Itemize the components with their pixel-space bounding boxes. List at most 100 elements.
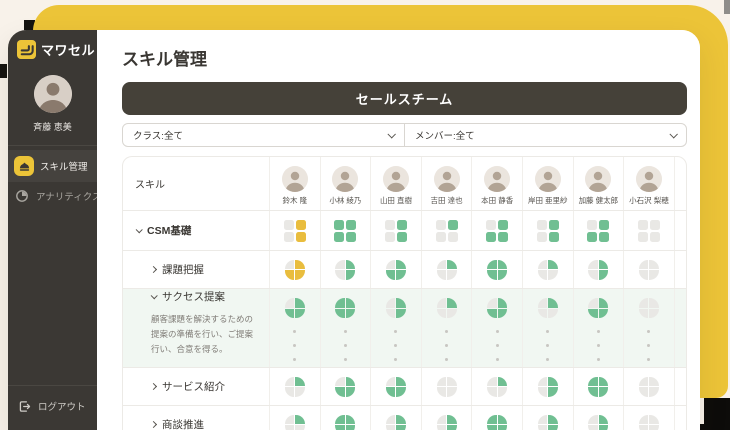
skill-description: 顧客課題を解決するための提案の準備を行い、ご提案行い、合意を得る。 [151, 314, 254, 354]
skill-score-cell [623, 406, 674, 430]
skill-level-pie [335, 414, 356, 430]
skill-score-cell [623, 289, 674, 367]
skill-level-tiles [283, 219, 306, 242]
member-name: 鈴木 隆 [282, 196, 308, 205]
skill-score-cell [319, 251, 371, 288]
table-spacer-column [673, 251, 686, 288]
skill-label: 商談推進 [162, 419, 204, 430]
skill-score-cell [370, 368, 421, 405]
sidebar-item-analytics[interactable]: アナリティクス [8, 182, 101, 210]
skill-score-cell [521, 368, 573, 405]
skill-expander[interactable]: 商談推進 [123, 417, 269, 430]
skill-level-pie [487, 376, 508, 397]
decorative-black-notch [0, 64, 7, 78]
member-column-header[interactable]: 鈴木 隆 [269, 157, 320, 210]
skill-score-cell [572, 251, 624, 288]
skill-expander[interactable]: CSM基礎 [123, 223, 269, 238]
skill-level-pie [537, 259, 558, 280]
main-content: スキル管理 セールスチーム クラス:全て メンバー:全て スキル鈴木 隆 小林 綾… [97, 30, 700, 430]
chevron-down-icon [669, 130, 678, 139]
skill-cell: サービス紹介 [123, 368, 269, 405]
member-avatar [332, 166, 359, 192]
sidebar-menu: スキル管理 アナリティクス [8, 150, 101, 210]
app-logo: マワセル [8, 30, 97, 59]
sidebar-item-skill-management[interactable]: スキル管理 [8, 150, 97, 182]
class-filter-dropdown[interactable]: クラス:全て [123, 124, 404, 146]
skill-score-cell [269, 211, 320, 250]
skill-level-tiles [536, 219, 559, 242]
skill-matrix-table: スキル鈴木 隆 小林 綾乃 山田 直樹 吉田 達也 本田 静香 岸田 亜里紗 加藤 健太郎 小… [122, 156, 687, 430]
team-selector-button[interactable]: セールスチーム [122, 82, 687, 115]
skill-header-label: スキル [135, 180, 165, 191]
skill-level-pie [638, 414, 659, 430]
skill-level-pie [487, 259, 508, 280]
table-spacer-column [673, 368, 686, 405]
member-name: 加藤 健太郎 [578, 196, 619, 205]
skill-column-header: スキル [123, 157, 269, 210]
skill-label: CSM基礎 [147, 225, 192, 237]
member-column-header[interactable]: 吉田 達也 [420, 157, 472, 210]
skill-label: 課題把握 [162, 264, 204, 276]
member-column-header[interactable]: 本田 静香 [471, 157, 522, 210]
skill-level-pie [385, 414, 406, 430]
skill-level-pie [436, 259, 457, 280]
skill-level-pie [638, 259, 659, 280]
criteria-dots [495, 330, 499, 361]
skill-level-pie [537, 414, 558, 430]
user-name: 斉藤 恵美 [33, 122, 72, 132]
skill-label: サービス紹介 [162, 381, 225, 393]
member-column-header[interactable]: 小石沢 梨穂 [623, 157, 674, 210]
skill-score-cell [623, 211, 674, 250]
table-row: 課題把握 [123, 251, 686, 289]
skill-score-cell [572, 406, 624, 430]
skill-level-pie [335, 259, 356, 280]
member-column-header[interactable]: 岸田 亜里紗 [521, 157, 573, 210]
table-row: CSM基礎 [123, 211, 686, 251]
skill-level-pie [537, 298, 558, 318]
skill-score-cell [370, 251, 421, 288]
skill-cell: CSM基礎 [123, 211, 269, 250]
member-filter-dropdown[interactable]: メンバー:全て [404, 124, 686, 146]
skill-expander[interactable]: 課題把握 [123, 262, 269, 277]
table-spacer-column [673, 406, 686, 430]
skill-level-pie [588, 259, 609, 280]
member-column-header[interactable]: 山田 直樹 [370, 157, 421, 210]
skill-expander[interactable]: サービス紹介 [123, 379, 269, 394]
sidebar-divider [8, 145, 97, 146]
chevron-down-icon [135, 226, 143, 234]
skill-score-cell [420, 251, 472, 288]
skill-level-pie [385, 298, 406, 318]
skill-label: サクセス提案 [162, 291, 225, 303]
skill-score-cell [471, 368, 522, 405]
skill-level-pie [385, 376, 406, 397]
skill-level-pie [284, 376, 305, 397]
skill-level-tiles [435, 219, 458, 242]
sidebar: マワセル 斉藤 恵美 スキル管理 アナリティクス ログアウト [8, 30, 101, 430]
criteria-dots [647, 330, 651, 361]
criteria-dots [445, 330, 449, 361]
member-column-header[interactable]: 小林 綾乃 [319, 157, 371, 210]
logout-icon [16, 398, 32, 414]
skill-badge-icon [14, 156, 34, 176]
skill-expander[interactable]: サクセス提案 [123, 289, 269, 304]
logo-icon [17, 40, 36, 59]
member-avatar [382, 166, 409, 192]
member-name: 小林 綾乃 [329, 196, 362, 205]
table-row: サービス紹介 [123, 368, 686, 406]
skill-score-cell [572, 289, 624, 367]
member-avatar [585, 166, 612, 192]
skill-level-pie [487, 298, 508, 318]
skill-score-cell [572, 368, 624, 405]
page-title: スキル管理 [122, 50, 207, 69]
skill-score-cell [370, 406, 421, 430]
skill-score-cell [420, 289, 472, 367]
skill-score-cell [471, 289, 522, 367]
member-column-header[interactable]: 加藤 健太郎 [572, 157, 624, 210]
skill-level-pie [487, 414, 508, 430]
member-name: 小石沢 梨穂 [629, 196, 669, 205]
skill-score-cell [269, 368, 320, 405]
logout-button[interactable]: ログアウト [8, 386, 97, 430]
member-name: 吉田 達也 [430, 196, 463, 205]
skill-level-pie [284, 298, 305, 318]
logout-label: ログアウト [38, 402, 86, 413]
